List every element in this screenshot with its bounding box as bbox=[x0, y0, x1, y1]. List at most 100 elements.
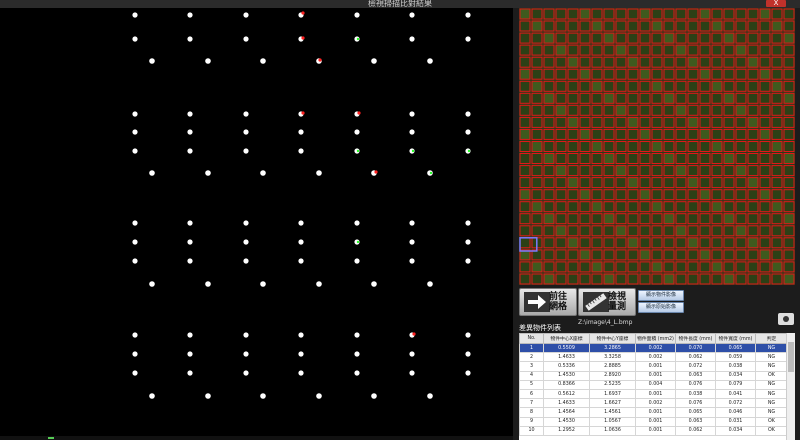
grid-cell[interactable] bbox=[531, 80, 543, 92]
grid-cell[interactable] bbox=[639, 128, 651, 140]
grid-cell[interactable] bbox=[579, 128, 591, 140]
grid-cell[interactable] bbox=[735, 201, 747, 213]
grid-cell[interactable] bbox=[711, 237, 723, 249]
grid-cell[interactable] bbox=[639, 92, 651, 104]
grid-cell[interactable] bbox=[591, 153, 603, 164]
table-row[interactable]: 4 1.4530 2.8920 0.001 0.063 0.034 OK bbox=[519, 370, 788, 381]
grid-cell[interactable] bbox=[639, 56, 651, 68]
grid-cell[interactable] bbox=[555, 141, 567, 152]
grid-cell[interactable] bbox=[723, 20, 735, 32]
scan-image-viewer[interactable] bbox=[0, 8, 513, 440]
grid-cell[interactable] bbox=[663, 189, 675, 201]
grid-cell[interactable] bbox=[783, 189, 795, 201]
grid-cell[interactable] bbox=[591, 177, 603, 189]
grid-cell[interactable] bbox=[663, 273, 675, 285]
grid-cell[interactable] bbox=[567, 261, 579, 273]
table-row[interactable]: 5 0.8366 2.5235 0.004 0.076 0.079 NG bbox=[519, 379, 788, 390]
grid-cell[interactable] bbox=[747, 165, 759, 177]
grid-cell[interactable] bbox=[543, 68, 555, 80]
grid-cell[interactable] bbox=[759, 104, 771, 116]
grid-cell[interactable] bbox=[759, 237, 771, 249]
grid-cell[interactable] bbox=[699, 153, 711, 164]
grid-cell[interactable] bbox=[579, 44, 591, 56]
grid-cell[interactable] bbox=[567, 189, 579, 201]
grid-cell[interactable] bbox=[759, 116, 771, 128]
grid-cell[interactable] bbox=[723, 104, 735, 116]
grid-cell[interactable] bbox=[519, 80, 531, 92]
grid-cell[interactable] bbox=[543, 249, 555, 261]
grid-cell[interactable] bbox=[639, 273, 651, 285]
grid-cell[interactable] bbox=[723, 165, 735, 177]
grid-cell[interactable] bbox=[531, 116, 543, 128]
grid-cell[interactable] bbox=[759, 177, 771, 189]
grid-cell[interactable] bbox=[627, 80, 639, 92]
grid-cell[interactable] bbox=[543, 56, 555, 68]
grid-cell[interactable] bbox=[663, 116, 675, 128]
grid-cell[interactable] bbox=[759, 68, 771, 80]
grid-cell[interactable] bbox=[603, 141, 615, 152]
grid-cell[interactable] bbox=[771, 249, 783, 261]
grid-cell[interactable] bbox=[687, 104, 699, 116]
grid-cell[interactable] bbox=[675, 261, 687, 273]
grid-cell[interactable] bbox=[543, 141, 555, 152]
grid-cell[interactable] bbox=[579, 177, 591, 189]
grid-cell[interactable] bbox=[651, 128, 663, 140]
grid-cell[interactable] bbox=[615, 153, 627, 164]
grid-cell[interactable] bbox=[639, 32, 651, 44]
grid-cell[interactable] bbox=[771, 261, 783, 273]
grid-cell[interactable] bbox=[543, 189, 555, 201]
grid-cell[interactable] bbox=[663, 249, 675, 261]
grid-cell[interactable] bbox=[687, 92, 699, 104]
grid-cell[interactable] bbox=[591, 104, 603, 116]
grid-cell[interactable] bbox=[747, 213, 759, 225]
grid-cell[interactable] bbox=[531, 225, 543, 237]
grid-cell[interactable] bbox=[711, 189, 723, 201]
grid-cell[interactable] bbox=[687, 128, 699, 140]
grid-cell[interactable] bbox=[603, 32, 615, 44]
grid-cell[interactable] bbox=[663, 56, 675, 68]
grid-cell[interactable] bbox=[723, 44, 735, 56]
grid-cell[interactable] bbox=[555, 8, 567, 20]
grid-cell[interactable] bbox=[567, 20, 579, 32]
grid-cell[interactable] bbox=[591, 201, 603, 213]
grid-cell[interactable] bbox=[543, 261, 555, 273]
grid-cell[interactable] bbox=[567, 8, 579, 20]
grid-cell[interactable] bbox=[735, 225, 747, 237]
grid-cell[interactable] bbox=[627, 225, 639, 237]
grid-cell[interactable] bbox=[531, 128, 543, 140]
grid-cell[interactable] bbox=[579, 141, 591, 152]
grid-cell[interactable] bbox=[783, 213, 795, 225]
grid-cell[interactable] bbox=[747, 20, 759, 32]
grid-cell[interactable] bbox=[603, 261, 615, 273]
grid-cell[interactable] bbox=[603, 92, 615, 104]
column-header[interactable]: No. bbox=[519, 333, 544, 344]
grid-cell[interactable] bbox=[699, 56, 711, 68]
grid-cell[interactable] bbox=[531, 44, 543, 56]
grid-cell[interactable] bbox=[723, 141, 735, 152]
grid-cell[interactable] bbox=[735, 8, 747, 20]
grid-cell[interactable] bbox=[711, 92, 723, 104]
grid-cell[interactable] bbox=[699, 128, 711, 140]
grid-cell[interactable] bbox=[591, 20, 603, 32]
grid-cell[interactable] bbox=[687, 32, 699, 44]
grid-cell[interactable] bbox=[543, 92, 555, 104]
grid-cell[interactable] bbox=[663, 68, 675, 80]
grid-cell[interactable] bbox=[699, 201, 711, 213]
grid-cell[interactable] bbox=[783, 141, 795, 152]
grid-cell[interactable] bbox=[675, 273, 687, 285]
grid-cell[interactable] bbox=[675, 153, 687, 164]
grid-cell[interactable] bbox=[567, 80, 579, 92]
grid-cell[interactable] bbox=[675, 128, 687, 140]
grid-cell[interactable] bbox=[783, 68, 795, 80]
grid-cell[interactable] bbox=[651, 201, 663, 213]
grid-cell[interactable] bbox=[687, 116, 699, 128]
grid-cell[interactable] bbox=[723, 189, 735, 201]
grid-cell[interactable] bbox=[531, 213, 543, 225]
grid-cell[interactable] bbox=[639, 201, 651, 213]
grid-cell[interactable] bbox=[519, 141, 531, 152]
grid-cell[interactable] bbox=[591, 128, 603, 140]
grid-cell[interactable] bbox=[747, 153, 759, 164]
grid-cell[interactable] bbox=[639, 249, 651, 261]
grid-cell[interactable] bbox=[651, 116, 663, 128]
grid-cell[interactable] bbox=[591, 141, 603, 152]
